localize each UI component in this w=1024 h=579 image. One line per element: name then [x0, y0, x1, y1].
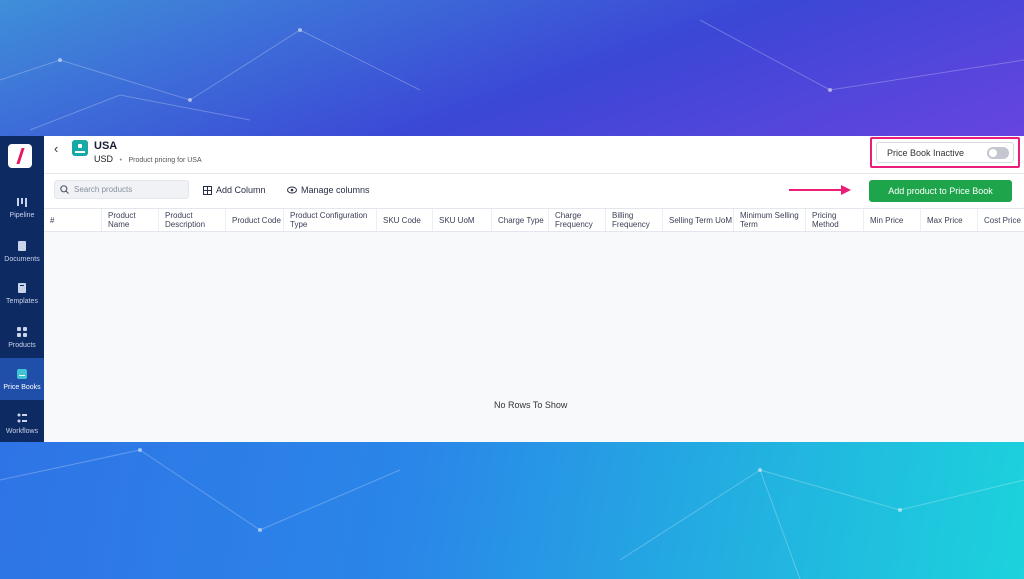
- sidebar-item-label: Documents: [4, 255, 40, 263]
- highlight-arrow-icon: [789, 185, 851, 195]
- back-arrow-icon[interactable]: ‹: [54, 141, 58, 156]
- column-header[interactable]: Min Price: [863, 209, 920, 231]
- documents-icon: [16, 240, 28, 252]
- add-column-button[interactable]: Add Column: [203, 185, 266, 195]
- main-content: ‹ USA USD • Product pricing for USA Pric…: [44, 136, 1024, 442]
- currency-label: USD: [94, 154, 114, 164]
- search-icon: [60, 185, 69, 194]
- empty-state-message: No Rows To Show: [494, 400, 568, 410]
- column-header[interactable]: Cost Price: [977, 209, 1024, 231]
- column-header[interactable]: Product Code: [225, 209, 283, 231]
- sidebar-item-price-books[interactable]: Price Books: [0, 358, 44, 400]
- price-book-status-label: Price Book Inactive: [887, 148, 965, 158]
- page-header: ‹ USA USD • Product pricing for USA Pric…: [44, 136, 1024, 174]
- table-icon: [203, 185, 212, 195]
- sidebar-item-label: Products: [8, 341, 36, 349]
- products-icon: [16, 326, 28, 338]
- price-books-icon: [16, 368, 28, 380]
- page-description: Product pricing for USA: [128, 157, 202, 164]
- column-header[interactable]: Pricing Method: [805, 209, 863, 231]
- price-book-status-control: Price Book Inactive: [876, 142, 1014, 163]
- sidebar-item-label: Pipeline: [9, 211, 35, 219]
- table-header: # Product Name Product Description Produ…: [44, 208, 1024, 232]
- sidebar-item-documents[interactable]: Documents: [0, 230, 44, 272]
- column-header[interactable]: Max Price: [920, 209, 977, 231]
- sidebar-item-templates[interactable]: Templates: [0, 272, 44, 314]
- column-header[interactable]: Billing Frequency: [605, 209, 662, 231]
- column-header[interactable]: #: [44, 209, 101, 231]
- toolbar: Search products Add Column Manage column…: [44, 174, 1024, 208]
- price-book-status-highlight: Price Book Inactive: [870, 137, 1020, 168]
- table-body: No Rows To Show: [44, 232, 1024, 442]
- workflows-icon: [16, 412, 28, 424]
- column-header[interactable]: Product Configuration Type: [283, 209, 376, 231]
- column-header[interactable]: Charge Frequency: [548, 209, 605, 231]
- column-header[interactable]: Product Name: [101, 209, 158, 231]
- sidebar-item-pipeline[interactable]: Pipeline: [0, 186, 44, 228]
- pipeline-icon: [16, 196, 28, 208]
- add-product-button[interactable]: Add product to Price Book: [869, 180, 1012, 202]
- manage-columns-label: Manage columns: [301, 185, 370, 195]
- sidebar-item-label: Templates: [6, 297, 38, 305]
- search-placeholder: Search products: [74, 185, 133, 194]
- app-window: Pipeline Documents Templates Products Pr…: [0, 136, 1024, 442]
- column-header[interactable]: Product Description: [158, 209, 225, 231]
- separator-dot: •: [119, 157, 122, 164]
- eye-icon: [287, 186, 297, 194]
- sidebar-item-label: Workflows: [5, 427, 39, 435]
- sidebar-item-workflows[interactable]: Workflows: [0, 402, 44, 444]
- add-column-label: Add Column: [216, 185, 266, 195]
- sidebar-item-label: Price Books: [3, 383, 41, 391]
- column-header[interactable]: SKU Code: [376, 209, 432, 231]
- active-toggle-switch[interactable]: [987, 147, 1009, 159]
- sidebar-item-products[interactable]: Products: [0, 316, 44, 358]
- column-header[interactable]: SKU UoM: [432, 209, 491, 231]
- search-input[interactable]: Search products: [54, 180, 189, 199]
- app-logo[interactable]: [8, 144, 32, 168]
- column-header[interactable]: Selling Term UoM: [662, 209, 733, 231]
- column-header[interactable]: Minimum Selling Term: [733, 209, 805, 231]
- templates-icon: [16, 282, 28, 294]
- sidebar: Pipeline Documents Templates Products Pr…: [0, 136, 44, 442]
- manage-columns-button[interactable]: Manage columns: [287, 185, 370, 195]
- price-book-icon: [72, 140, 88, 156]
- page-subtitle: USD • Product pricing for USA: [94, 154, 202, 164]
- page-title: USA: [94, 140, 118, 152]
- column-header[interactable]: Charge Type: [491, 209, 548, 231]
